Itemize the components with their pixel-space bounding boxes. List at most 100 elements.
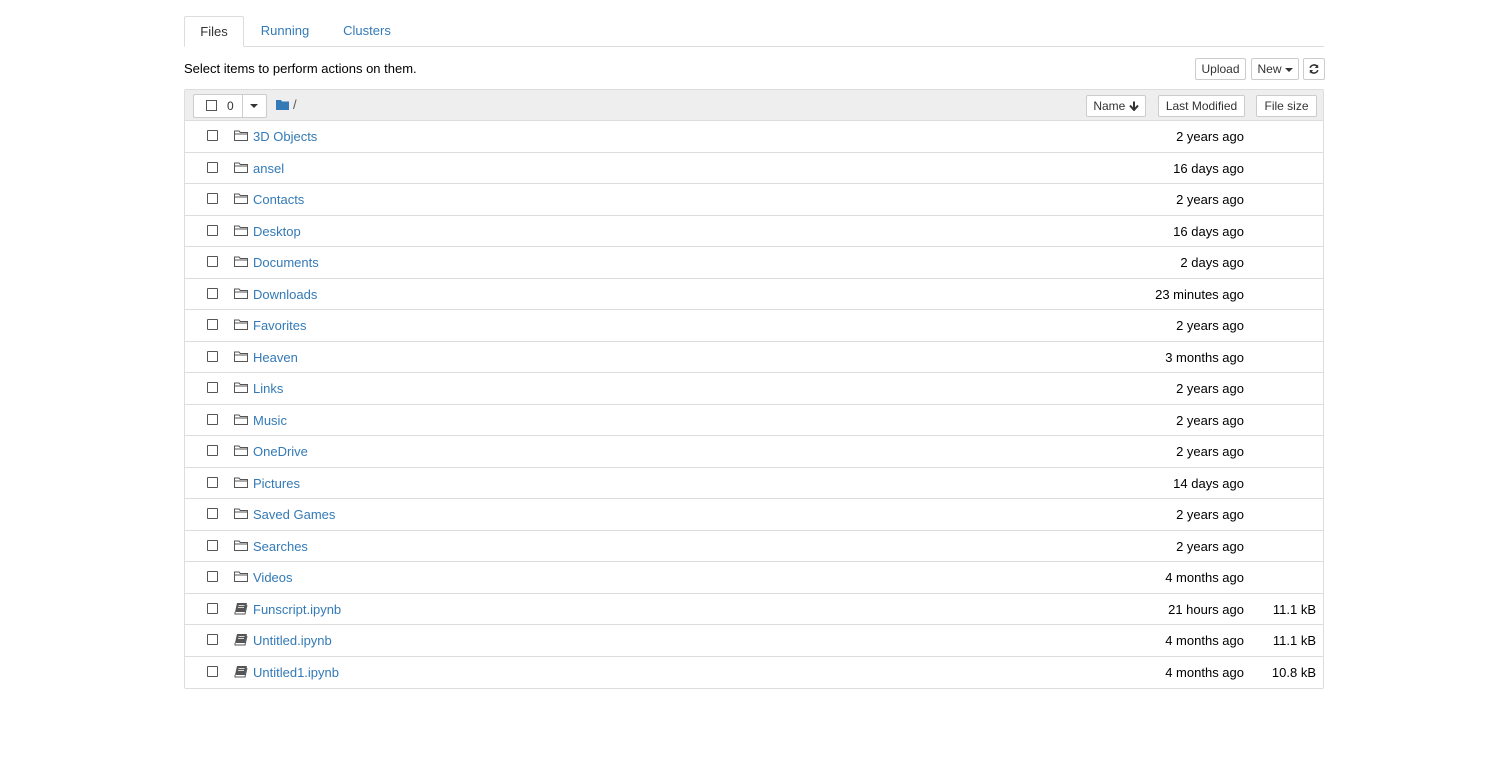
item-name-link[interactable]: Funscript.ipynb	[253, 602, 341, 617]
list-item[interactable]: Documents 2 days ago	[185, 247, 1323, 279]
selected-count: 0	[227, 99, 234, 113]
breadcrumb-root[interactable]: /	[293, 97, 297, 112]
row-checkbox[interactable]	[207, 130, 218, 141]
select-all-dropdown[interactable]: 0	[193, 94, 267, 118]
list-item[interactable]: Desktop 16 days ago	[185, 216, 1323, 247]
row-checkbox[interactable]	[207, 476, 218, 488]
list-item[interactable]: Heaven 3 months ago	[185, 342, 1323, 373]
item-file-size: 11.1 kB	[1272, 601, 1316, 617]
sort-by-name-button[interactable]: Name	[1086, 95, 1146, 117]
list-item[interactable]: Searches 2 years ago	[185, 531, 1323, 562]
item-name-link[interactable]: Downloads	[253, 287, 317, 302]
sort-name-label: Name	[1093, 99, 1126, 113]
row-checkbox[interactable]	[207, 193, 218, 204]
folder-icon	[234, 413, 248, 426]
list-item[interactable]: 3D Objects 2 years ago	[185, 121, 1323, 153]
row-checkbox[interactable]	[207, 508, 218, 519]
row-checkbox[interactable]	[207, 319, 218, 330]
row-checkbox[interactable]	[207, 602, 218, 614]
item-last-modified: 2 days ago	[1180, 255, 1244, 270]
row-checkbox[interactable]	[207, 413, 218, 425]
row-checkbox[interactable]	[207, 634, 218, 645]
row-checkbox[interactable]	[207, 224, 218, 236]
list-item[interactable]: Contacts 2 years ago	[185, 184, 1323, 216]
list-item[interactable]: Videos 4 months ago	[185, 562, 1323, 594]
item-name-link[interactable]: Heaven	[253, 350, 298, 365]
chevron-down-icon	[1284, 67, 1293, 72]
upload-button[interactable]: Upload	[1195, 58, 1246, 80]
item-name-link[interactable]: Pictures	[253, 476, 300, 491]
folder-icon	[234, 255, 248, 268]
list-item[interactable]: Funscript.ipynb 21 hours ago 11.1 kB	[185, 594, 1323, 625]
tab-clusters[interactable]: Clusters	[336, 16, 398, 46]
arrow-down-icon	[1128, 101, 1139, 112]
item-name-link[interactable]: Favorites	[253, 318, 306, 333]
row-checkbox[interactable]	[207, 287, 218, 299]
notebook-file-browser: Files Running Clusters Select items to p…	[184, 16, 1325, 689]
row-checkbox[interactable]	[207, 256, 218, 267]
folder-icon	[234, 350, 248, 363]
item-name-link[interactable]: Desktop	[253, 224, 301, 239]
item-name-link[interactable]: Links	[253, 381, 283, 396]
item-name-link[interactable]: Untitled1.ipynb	[253, 665, 339, 680]
item-file-size: 11.1 kB	[1272, 633, 1316, 648]
list-item[interactable]: ansel 16 days ago	[185, 153, 1323, 184]
list-item[interactable]: Favorites 2 years ago	[185, 310, 1323, 342]
item-name-link[interactable]: Untitled.ipynb	[253, 633, 332, 648]
item-name-link[interactable]: Saved Games	[253, 507, 335, 522]
folder-icon	[234, 224, 248, 237]
folder-icon	[234, 287, 248, 300]
chevron-down-icon[interactable]	[250, 104, 258, 108]
item-name-link[interactable]: Videos	[253, 570, 293, 585]
tab-running[interactable]: Running	[254, 16, 316, 46]
tab-bar: Files Running Clusters	[184, 16, 1324, 47]
item-last-modified: 2 years ago	[1176, 507, 1244, 522]
item-name-link[interactable]: OneDrive	[253, 444, 308, 459]
refresh-icon	[1309, 64, 1319, 74]
list-item[interactable]: Saved Games 2 years ago	[185, 499, 1323, 531]
new-dropdown-button[interactable]: New	[1251, 58, 1299, 80]
folder-icon	[234, 161, 248, 174]
list-item[interactable]: Music 2 years ago	[185, 405, 1323, 436]
item-last-modified: 2 years ago	[1176, 444, 1244, 459]
item-last-modified: 2 years ago	[1176, 412, 1244, 428]
notebook-icon	[234, 602, 248, 615]
list-item[interactable]: Untitled1.ipynb 4 months ago 10.8 kB	[185, 657, 1323, 689]
list-item[interactable]: Untitled.ipynb 4 months ago 11.1 kB	[185, 625, 1323, 657]
folder-icon[interactable]	[276, 99, 289, 110]
item-last-modified: 3 months ago	[1165, 349, 1244, 365]
list-item[interactable]: Pictures 14 days ago	[185, 468, 1323, 499]
file-list-rows: 3D Objects 2 years ago ansel 16 days ago Con…	[185, 121, 1323, 688]
item-name-link[interactable]: Documents	[253, 255, 319, 270]
row-checkbox[interactable]	[207, 161, 218, 173]
new-button-label: New	[1257, 62, 1282, 76]
refresh-button[interactable]	[1303, 58, 1325, 80]
row-checkbox[interactable]	[207, 382, 218, 393]
row-checkbox[interactable]	[207, 539, 218, 551]
file-list-header: 0 / Name Last Modified File size	[185, 90, 1323, 121]
item-name-link[interactable]: Contacts	[253, 192, 304, 207]
sort-by-file-size-button[interactable]: File size	[1256, 95, 1317, 117]
select-all-checkbox[interactable]	[206, 100, 217, 111]
item-name-link[interactable]: Music	[253, 413, 287, 428]
list-item[interactable]: Downloads 23 minutes ago	[185, 279, 1323, 310]
item-last-modified: 2 years ago	[1176, 318, 1244, 333]
folder-icon	[234, 192, 248, 205]
row-checkbox[interactable]	[207, 571, 218, 582]
item-last-modified: 14 days ago	[1173, 475, 1244, 491]
row-checkbox[interactable]	[207, 350, 218, 362]
item-last-modified: 21 hours ago	[1168, 601, 1244, 617]
sort-by-last-modified-button[interactable]: Last Modified	[1158, 95, 1245, 117]
row-checkbox[interactable]	[207, 445, 218, 456]
item-last-modified: 4 months ago	[1165, 570, 1244, 585]
tab-files[interactable]: Files	[184, 16, 244, 47]
list-item[interactable]: Links 2 years ago	[185, 373, 1323, 405]
item-last-modified: 2 years ago	[1176, 192, 1244, 207]
item-name-link[interactable]: ansel	[253, 161, 284, 176]
item-last-modified: 16 days ago	[1173, 223, 1244, 239]
item-name-link[interactable]: Searches	[253, 539, 308, 554]
row-checkbox[interactable]	[207, 665, 218, 677]
list-item[interactable]: OneDrive 2 years ago	[185, 436, 1323, 468]
item-name-link[interactable]: 3D Objects	[253, 129, 317, 144]
item-last-modified: 2 years ago	[1176, 538, 1244, 554]
